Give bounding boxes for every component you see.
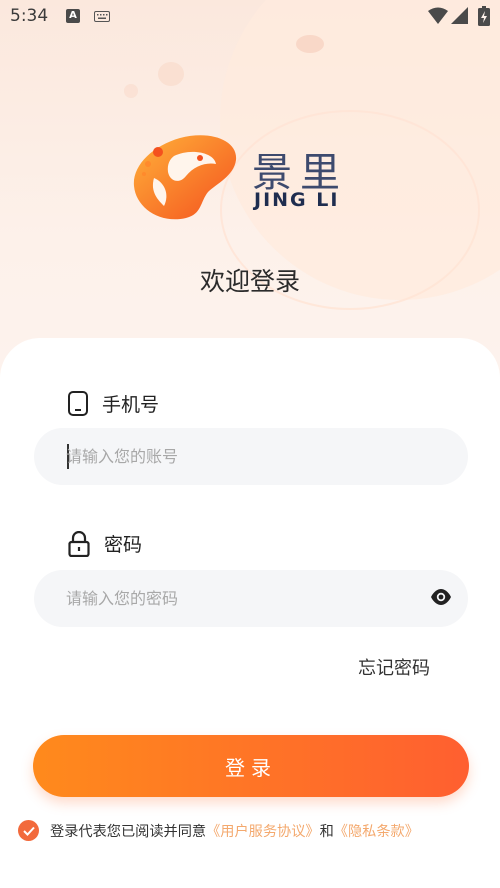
status-time: 5:34 [10,6,49,26]
password-field[interactable] [34,570,468,627]
koi-fish-icon [133,135,237,220]
keyboard-icon [94,11,110,22]
accessibility-icon: A [66,9,80,23]
welcome-title: 欢迎登录 [199,267,300,296]
password-label: 密码 [104,534,143,556]
privacy-policy-link[interactable]: 《隐私条款》 [334,821,419,841]
phone-input[interactable] [66,428,426,485]
agreement-checkbox[interactable] [18,820,39,841]
password-label-row: 密码 [68,530,142,557]
phone-field[interactable] [34,428,468,485]
decor-dot [124,84,138,98]
decor-dot [158,62,184,86]
eye-icon[interactable] [430,588,452,606]
battery-icon [478,6,490,26]
app-logo: 景里 JING LI [130,132,370,222]
phone-icon [68,391,88,416]
brand-name-en: JING LI [254,189,340,211]
status-bar: 5:34 A [0,0,500,34]
agreement-row: 登录代表您已阅读并同意 《用户服务协议》 和 《隐私条款》 [18,820,419,841]
agreement-and: 和 [319,823,334,840]
wifi-icon [428,7,448,24]
password-input[interactable] [66,570,426,627]
signal-icon [451,7,468,24]
phone-label: 手机号 [102,394,160,416]
user-agreement-link[interactable]: 《用户服务协议》 [206,821,320,841]
check-icon [22,826,35,836]
login-button[interactable]: 登录 [33,735,469,797]
decor-dot [296,35,324,53]
lock-icon [68,530,90,557]
phone-label-row: 手机号 [68,390,159,417]
forgot-password-link[interactable]: 忘记密码 [358,654,430,680]
agreement-prefix: 登录代表您已阅读并同意 [50,823,207,840]
